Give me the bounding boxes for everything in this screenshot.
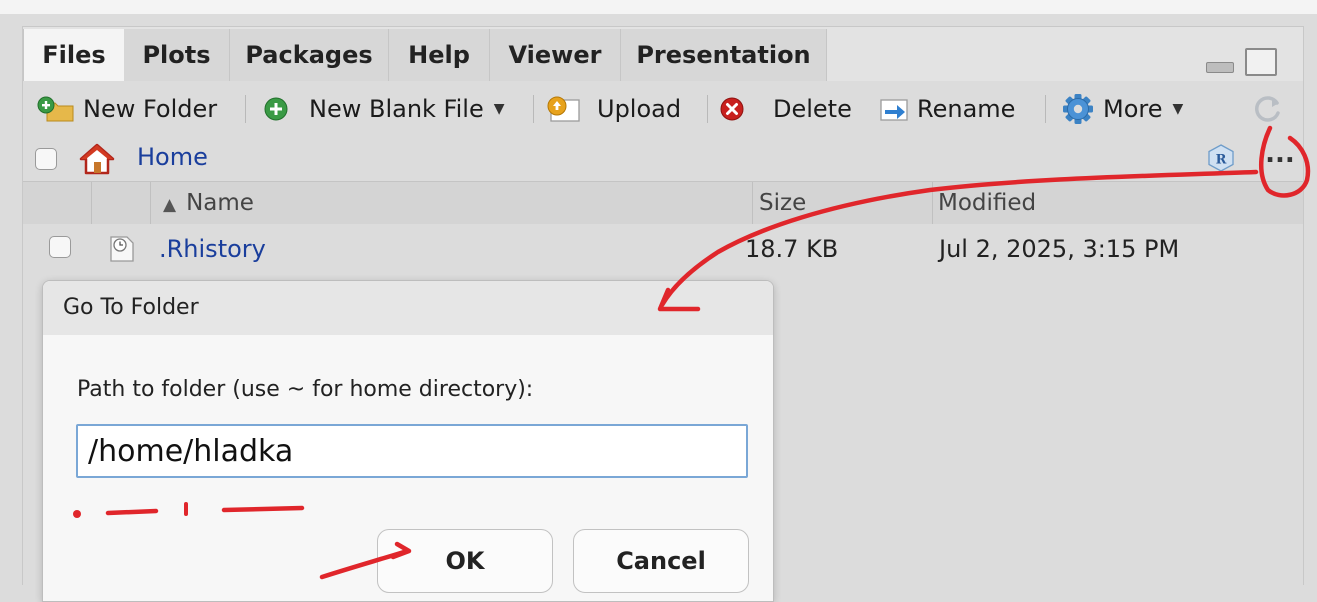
minimize-button[interactable] [1206, 62, 1234, 73]
tab-help[interactable]: Help [389, 29, 490, 81]
column-header-modified[interactable]: Modified [938, 182, 1036, 224]
new-folder-button[interactable]: New Folder [37, 83, 217, 135]
go-to-folder-dialog: Go To Folder Path to folder (use ~ for h… [42, 280, 774, 602]
toolbar-divider [245, 95, 246, 123]
svg-text:R: R [1216, 153, 1227, 168]
new-blank-file-button[interactable]: New Blank File ▼ [263, 83, 505, 135]
new-folder-icon [37, 96, 74, 122]
column-divider [752, 182, 753, 224]
upload-label: Upload [597, 95, 682, 123]
gear-icon [1063, 94, 1093, 124]
tab-viewer[interactable]: Viewer [490, 29, 621, 81]
delete-button[interactable]: Delete [719, 83, 852, 135]
tab-plots[interactable]: Plots [124, 29, 230, 81]
sort-ascending-icon: ▲ [163, 195, 177, 215]
chevron-down-icon: ▼ [1172, 101, 1184, 117]
delete-label: Delete [773, 95, 852, 123]
column-divider [932, 182, 933, 224]
rename-icon [880, 99, 908, 121]
rename-button[interactable]: Rename [877, 83, 1015, 135]
tab-packages[interactable]: Packages [230, 29, 389, 81]
file-name-link[interactable]: .Rhistory [159, 224, 266, 274]
chevron-down-icon: ▼ [493, 101, 505, 117]
column-header-name-label: Name [186, 190, 254, 216]
refresh-button[interactable] [1253, 83, 1283, 135]
r-project-icon[interactable]: R [1206, 143, 1236, 173]
toolbar-divider [1045, 95, 1046, 123]
delete-icon [720, 97, 744, 121]
column-header-name[interactable]: ▲ Name [163, 182, 254, 224]
tab-presentation[interactable]: Presentation [621, 29, 827, 81]
history-file-icon [110, 236, 134, 262]
column-divider [150, 182, 151, 224]
upload-icon [547, 96, 580, 122]
upload-button[interactable]: Upload [545, 83, 681, 135]
path-input[interactable] [76, 424, 748, 478]
maximize-button[interactable] [1245, 48, 1277, 76]
select-all-checkbox[interactable] [35, 148, 57, 170]
add-file-icon [264, 97, 288, 121]
column-header-row: ▲ Name Size Modified [23, 181, 1303, 225]
breadcrumb: Home R ... [23, 135, 1303, 181]
tab-bar: Files Plots Packages Help Viewer Present… [23, 27, 1303, 81]
go-to-directory-button[interactable]: ... [1257, 139, 1303, 177]
cancel-button[interactable]: Cancel [573, 529, 749, 593]
refresh-icon [1255, 96, 1280, 122]
ok-button[interactable]: OK [377, 529, 553, 593]
file-modified: Jul 2, 2025, 3:15 PM [939, 235, 1180, 263]
breadcrumb-home[interactable]: Home [137, 139, 208, 175]
dialog-body: Path to folder (use ~ for home directory… [43, 335, 773, 601]
dialog-title-bar: Go To Folder [43, 281, 773, 335]
top-band [0, 0, 1317, 14]
dialog-title: Go To Folder [63, 295, 199, 320]
column-divider [91, 182, 92, 224]
table-row[interactable]: .Rhistory 18.7 KB Jul 2, 2025, 3:15 PM [23, 224, 1303, 274]
file-size: 18.7 KB [745, 235, 839, 263]
rename-label: Rename [917, 95, 1016, 123]
path-label: Path to folder (use ~ for home directory… [77, 377, 534, 402]
new-blank-file-label: New Blank File [309, 95, 484, 123]
new-folder-label: New Folder [83, 95, 218, 123]
more-label: More [1103, 95, 1163, 123]
row-checkbox[interactable] [49, 236, 71, 258]
toolbar: New Folder New Blank File ▼ Upload Delet… [23, 83, 1303, 135]
home-icon[interactable] [79, 143, 115, 175]
more-button[interactable]: More ▼ [1061, 83, 1183, 135]
column-header-size[interactable]: Size [759, 182, 806, 224]
tab-files[interactable]: Files [23, 29, 125, 81]
toolbar-divider [533, 95, 534, 123]
toolbar-divider [707, 95, 708, 123]
